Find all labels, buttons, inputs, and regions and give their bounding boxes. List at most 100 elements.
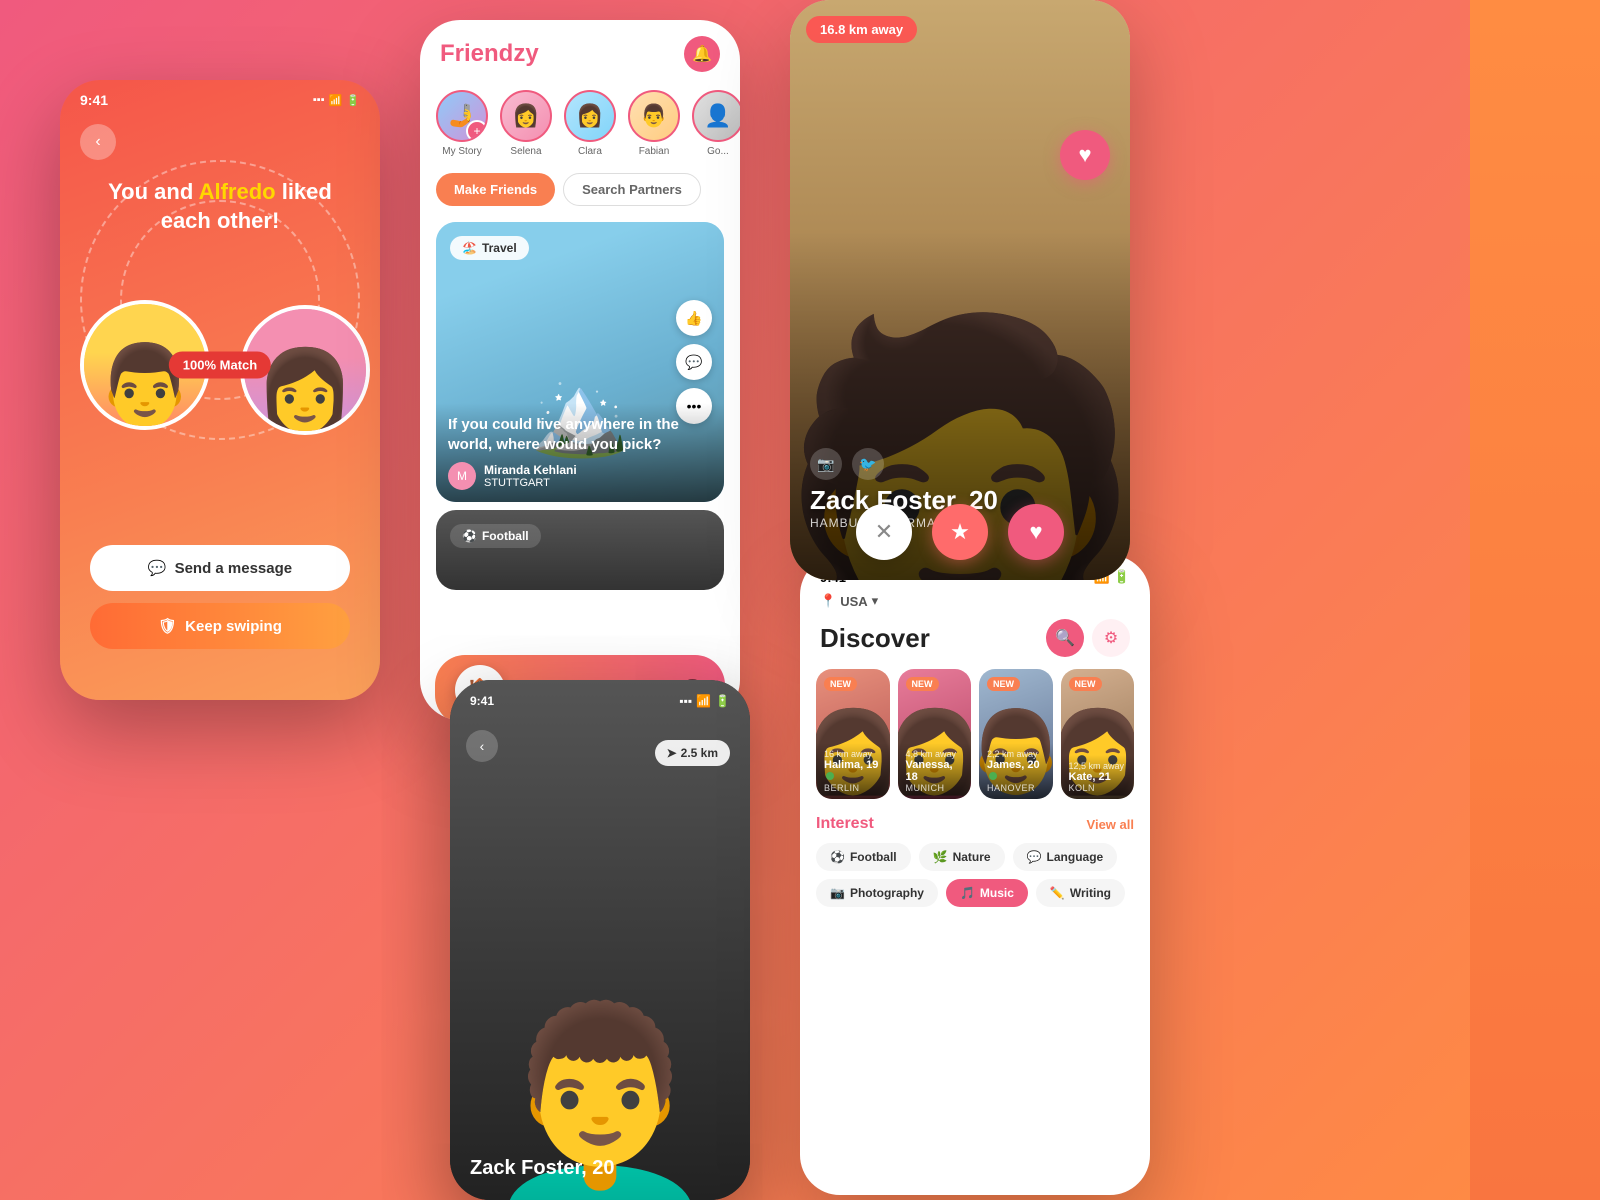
phone5-header: Discover 🔍 ⚙	[800, 615, 1150, 669]
comment-action[interactable]: 💬	[676, 344, 712, 380]
story-selena[interactable]: 👩 Selena	[500, 90, 552, 157]
nature-label: Nature	[953, 850, 991, 864]
feed-author: M Miranda Kehlani STUTTGART	[448, 462, 712, 490]
search-button[interactable]: 🔍	[1046, 619, 1084, 657]
photography-label: Photography	[850, 886, 924, 900]
james-online-dot	[989, 772, 997, 780]
phone1-actions: 💬 Send a message 🛡 Keep swiping	[60, 525, 380, 669]
distance-badge: 16.8 km away	[806, 16, 917, 43]
james-city: HANOVER	[987, 783, 1045, 793]
location-arrow-icon: ➤	[667, 746, 677, 760]
phone1-status-icons: ▪▪▪ 📶 🔋	[313, 94, 360, 107]
fabian-avatar: 👨	[628, 90, 680, 142]
nature-icon: 🌿	[933, 850, 948, 864]
send-message-button[interactable]: 💬 Send a message	[90, 545, 350, 591]
location-name: USA	[840, 594, 867, 609]
james-distance: 2,2 km away	[987, 749, 1045, 759]
phone4-user-name: Zack Foster, 20	[470, 1157, 615, 1180]
stories-row: 🤳 My Story 👩 Selena 👩 Clara 👨 Fabian 👤 G…	[420, 82, 740, 165]
more-avatar: 👤	[692, 90, 740, 142]
interest-writing[interactable]: ✏️ Writing	[1036, 879, 1125, 907]
phone4-user-info: Zack Foster, 20	[470, 1157, 615, 1180]
vanessa-name: Vanessa, 18	[906, 759, 964, 783]
phone4-time: 9:41	[470, 694, 494, 708]
travel-emoji: 🏖️	[462, 241, 477, 255]
author-avatar: M	[448, 462, 476, 490]
person-card-halima[interactable]: 👩 NEW 16 km away Halima, 19 BERLIN	[816, 669, 890, 799]
football-label: Football	[482, 529, 529, 543]
chevron-down-icon: ▾	[872, 593, 879, 609]
interest-language[interactable]: 💬 Language	[1013, 843, 1118, 871]
football-emoji: ⚽	[462, 529, 477, 543]
keep-swiping-button[interactable]: 🛡 Keep swiping	[90, 603, 350, 649]
phone4-battery: 🔋	[715, 694, 730, 708]
notification-button[interactable]: 🔔	[684, 36, 720, 72]
interest-tags: ⚽ Football 🌿 Nature 💬 Language 📷 Photogr…	[816, 843, 1134, 907]
kate-info: 12,5 km away Kate, 21 KOLN	[1061, 755, 1135, 799]
kate-city: KOLN	[1069, 783, 1127, 793]
author-info: Miranda Kehlani STUTTGART	[484, 463, 577, 489]
instagram-icon[interactable]: 📷	[810, 448, 842, 480]
interest-football[interactable]: ⚽ Football	[816, 843, 911, 871]
twitter-icon[interactable]: 🐦	[852, 448, 884, 480]
phone5-location-row[interactable]: 📍 USA ▾	[800, 593, 1150, 615]
my-story-label: My Story	[442, 146, 481, 157]
match-photos-area: 100% Match	[60, 265, 380, 465]
like-button[interactable]: ♥	[1008, 504, 1064, 560]
writing-label: Writing	[1070, 886, 1111, 900]
people-grid: 👩 NEW 16 km away Halima, 19 BERLIN 👩 NEW…	[800, 669, 1150, 811]
reject-button[interactable]: ✕	[856, 504, 912, 560]
phone4-back-button[interactable]: ‹	[466, 730, 498, 762]
photography-icon: 📷	[830, 886, 845, 900]
view-all-button[interactable]: View all	[1087, 817, 1134, 832]
interest-music[interactable]: 🎵 Music	[946, 879, 1028, 907]
interest-section: Interest View all ⚽ Football 🌿 Nature 💬 …	[800, 811, 1150, 911]
phone4-status-icons: ▪▪▪ 📶 🔋	[679, 694, 730, 708]
like-action[interactable]: 👍	[676, 300, 712, 336]
phone5-discover-screen: 9:41 ▪▪▪ 📶 🔋 📍 USA ▾ Discover 🔍 ⚙ 👩 NEW …	[800, 555, 1150, 1195]
halima-city: BERLIN	[824, 783, 882, 793]
phone4-status-bar: 9:41 ▪▪▪ 📶 🔋	[470, 694, 730, 708]
phone4-distance-value: 2.5 km	[681, 746, 718, 760]
new-badge-vanessa: NEW	[906, 677, 939, 691]
football-feed-card: ⚽ Football	[436, 510, 724, 590]
search-partners-tab[interactable]: Search Partners	[563, 173, 701, 206]
back-button[interactable]: ‹	[80, 124, 116, 160]
halima-info: 16 km away Halima, 19 BERLIN	[816, 743, 890, 799]
person-card-james[interactable]: 👨 NEW 2,2 km away James, 20 HANOVER	[979, 669, 1053, 799]
travel-tag: 🏖️ Travel	[450, 236, 529, 260]
interest-nature[interactable]: 🌿 Nature	[919, 843, 1005, 871]
make-friends-tab[interactable]: Make Friends	[436, 173, 555, 206]
phone2-header: Friendzy 🔔	[420, 20, 740, 82]
phone3-swipe-screen: Alfons... HAMBURG, GERMANY 🧑 16.8 km awa…	[790, 0, 1130, 580]
story-fabian[interactable]: 👨 Fabian	[628, 90, 680, 157]
person-card-vanessa[interactable]: 👩 NEW 4,8 km away Vanessa, 18 MUNICH	[898, 669, 972, 799]
phone1-status-bar: 9:41 ▪▪▪ 📶 🔋	[60, 80, 380, 116]
james-info: 2,2 km away James, 20 HANOVER	[979, 743, 1053, 799]
match-text-suffix: liked	[276, 179, 332, 204]
filter-button[interactable]: ⚙	[1092, 619, 1130, 657]
story-clara[interactable]: 👩 Clara	[564, 90, 616, 157]
wifi-icon: 📶	[329, 94, 343, 107]
halima-online-dot	[826, 772, 834, 780]
james-name: James, 20	[987, 759, 1045, 783]
feed-card-content: If you could live anywhere in the world,…	[436, 403, 724, 502]
swipe-icon: 🛡	[158, 617, 177, 635]
music-icon: 🎵	[960, 886, 975, 900]
love-button-card[interactable]: ♥	[1060, 130, 1110, 180]
selena-avatar: 👩	[500, 90, 552, 142]
right-decorative-strip	[1470, 0, 1600, 1200]
super-like-button[interactable]: ★	[932, 504, 988, 560]
story-more[interactable]: 👤 Go...	[692, 90, 740, 157]
author-name: Miranda Kehlani	[484, 463, 577, 477]
new-badge-halima: NEW	[824, 677, 857, 691]
battery-icon: 🔋	[346, 94, 360, 107]
pin-icon: 📍	[820, 593, 836, 609]
tab-buttons: Make Friends Search Partners	[420, 165, 740, 214]
person-card-kate[interactable]: 👩 NEW 12,5 km away Kate, 21 KOLN	[1061, 669, 1135, 799]
interest-photography[interactable]: 📷 Photography	[816, 879, 938, 907]
writing-icon: ✏️	[1050, 886, 1065, 900]
halima-distance: 16 km away	[824, 749, 882, 759]
football-label: Football	[850, 850, 897, 864]
my-story-item[interactable]: 🤳 My Story	[436, 90, 488, 157]
